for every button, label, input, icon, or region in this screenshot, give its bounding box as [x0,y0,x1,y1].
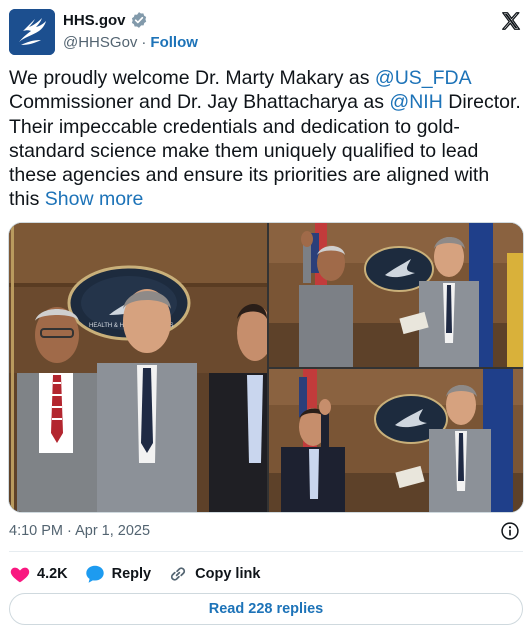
reply-button[interactable]: Reply [84,563,152,585]
action-bar: 4.2K Reply Copy link [9,561,260,587]
likes-count: 4.2K [37,566,68,582]
reply-label: Reply [111,566,152,582]
tweet-text-part-1: We proudly welcome Dr. Marty Makary as [9,67,375,89]
show-more-link[interactable]: Show more [45,188,144,210]
link-icon [171,567,186,581]
handle-row: @HHSGov · Follow [63,34,198,51]
divider [9,551,523,552]
tweet-text-part-2: Commissioner and Dr. Jay Bhattacharya as [9,91,390,114]
swearing-in-photo-1-image [269,223,523,367]
x-logo-icon[interactable] [500,10,522,32]
read-replies-button[interactable]: Read 228 replies [9,593,523,625]
tweet-text: We proudly welcome Dr. Marty Makary as @… [9,66,524,212]
follow-button[interactable]: Follow [150,34,198,51]
hhs-eagle-logo-icon [9,9,55,55]
account-handle[interactable]: @HHSGov [63,34,137,51]
like-button[interactable]: 4.2K [9,563,68,585]
mention-us-fda[interactable]: @US_FDA [375,67,471,89]
tweet-card: HHS.gov @HHSGov · Follow We proudly welc… [0,0,532,633]
avatar[interactable] [9,9,55,55]
speech-bubble-icon [85,565,104,583]
heart-icon [10,567,30,583]
info-icon[interactable] [500,521,520,541]
timestamp[interactable]: 4:10 PM · Apr 1, 2025 [9,523,150,539]
copy-link-button[interactable]: Copy link [167,563,260,585]
photo-swearing-in-2[interactable] [269,369,523,512]
account-name[interactable]: HHS.gov [63,12,126,29]
mention-nih[interactable]: @NIH [389,91,442,113]
verified-badge-icon [131,12,146,28]
group-photo-image: HEALTH & HUMAN SERVICES [9,223,267,512]
account-name-row: HHS.gov [63,11,148,29]
photo-swearing-in-1[interactable] [269,223,523,367]
photo-group[interactable]: HEALTH & HUMAN SERVICES [9,223,267,512]
separator-dot: · [141,34,147,51]
swearing-in-photo-2-image [269,369,523,512]
copy-link-label: Copy link [195,566,261,582]
media-grid: HEALTH & HUMAN SERVICES [8,222,524,513]
